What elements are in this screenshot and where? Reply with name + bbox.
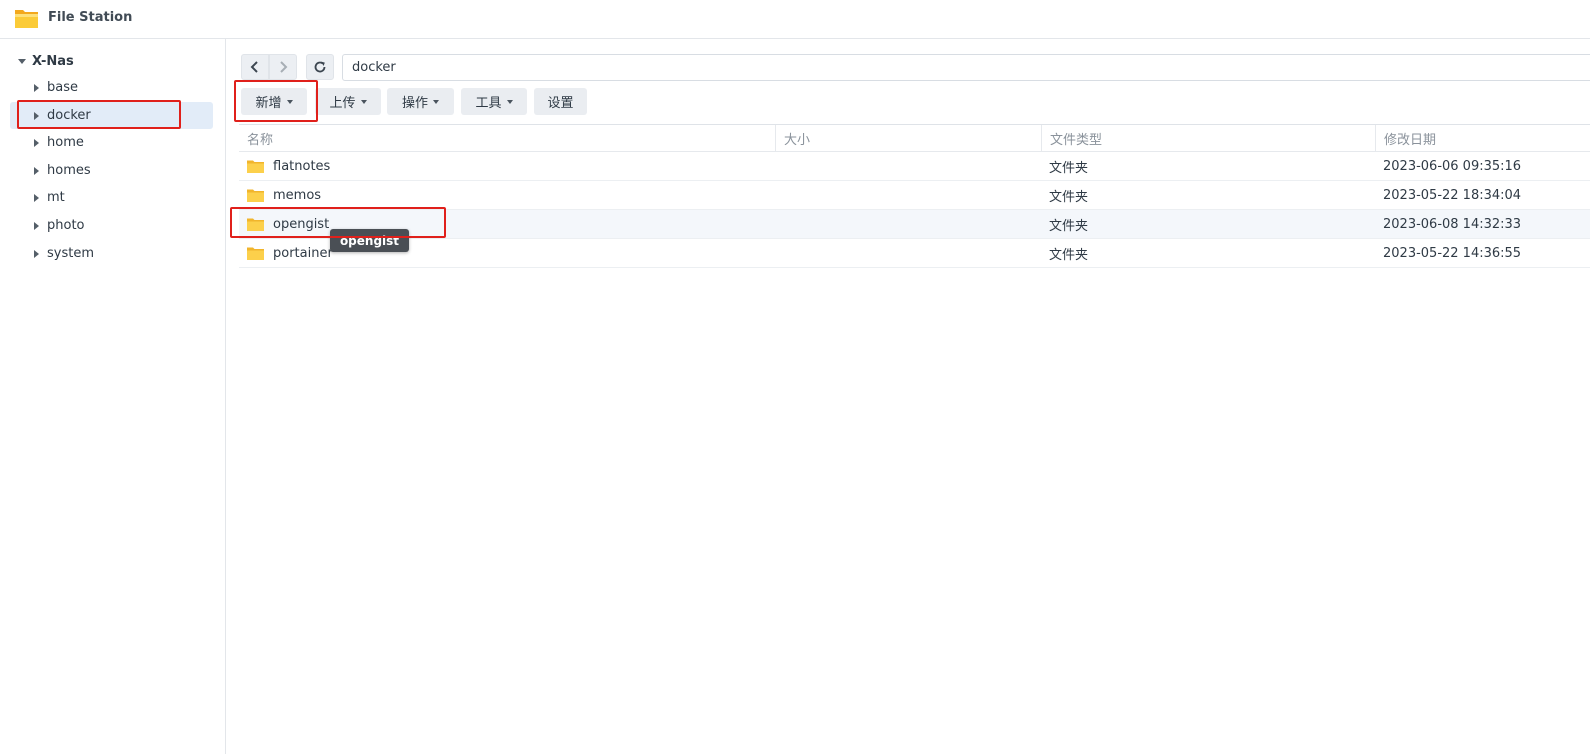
folder-icon: [247, 247, 264, 260]
column-modified-label: 修改日期: [1384, 133, 1437, 148]
back-button[interactable]: [241, 54, 269, 80]
column-header-name[interactable]: 名称: [239, 125, 775, 152]
tree-item-label: system: [47, 246, 94, 261]
column-type-label: 文件类型: [1050, 133, 1103, 148]
folder-icon: [247, 160, 264, 173]
file-name: memos: [273, 187, 322, 203]
caret-right-icon[interactable]: [34, 249, 39, 258]
tree-item-home[interactable]: home: [10, 129, 213, 156]
dropdown-arrow-icon: [506, 99, 513, 104]
folder-tree: X-Nas base docker home homes mt photo sy…: [0, 39, 226, 754]
settings-label: 设置: [547, 96, 574, 111]
dropdown-arrow-icon: [433, 99, 439, 104]
dropdown-arrow-icon: [360, 99, 367, 104]
upload-button[interactable]: 上传: [315, 88, 381, 115]
file-modified: 2023-05-22 14:36:55: [1383, 245, 1522, 261]
tree-item-docker[interactable]: docker: [10, 102, 213, 129]
create-button[interactable]: 新增: [241, 88, 307, 115]
column-header-type[interactable]: 文件类型: [1041, 125, 1375, 152]
title-bar: File Station: [0, 0, 1590, 39]
tree-item-base[interactable]: base: [10, 74, 213, 101]
column-header-modified[interactable]: 修改日期: [1375, 125, 1590, 152]
file-name: portainer: [273, 245, 333, 261]
caret-right-icon[interactable]: [34, 111, 39, 120]
main-panel: docker 新增 上传 操作 工具 设置 名称 大小 文件类型 修改日期 fl…: [226, 39, 1590, 754]
tree-item-label: homes: [47, 163, 91, 178]
caret-down-icon[interactable]: [18, 58, 26, 64]
refresh-button[interactable]: [306, 54, 334, 80]
caret-right-icon[interactable]: [34, 166, 39, 175]
tree-item-label: home: [47, 135, 84, 150]
tree-item-label: mt: [47, 190, 65, 205]
column-size-label: 大小: [784, 133, 811, 148]
tree-item-photo[interactable]: photo: [10, 212, 213, 239]
column-name-label: 名称: [247, 133, 274, 148]
tree-root-x-nas[interactable]: X-Nas: [16, 52, 74, 70]
caret-right-icon[interactable]: [34, 83, 39, 92]
tree-root-label: X-Nas: [32, 53, 74, 69]
table-row[interactable]: flatnotes 文件夹 2023-06-06 09:35:16: [239, 152, 1590, 181]
caret-right-icon[interactable]: [34, 138, 39, 147]
tools-label: 工具: [475, 96, 502, 111]
file-modified: 2023-05-22 18:34:04: [1383, 187, 1522, 203]
tree-item-label: base: [47, 80, 78, 95]
table-row[interactable]: memos 文件夹 2023-05-22 18:34:04: [239, 181, 1590, 210]
refresh-icon: [314, 61, 326, 73]
path-text: docker: [352, 60, 396, 75]
file-modified: 2023-06-06 09:35:16: [1383, 158, 1522, 174]
file-type: 文件夹: [1049, 189, 1089, 205]
folder-icon: [15, 10, 38, 28]
tree-item-label: docker: [47, 108, 91, 123]
settings-button[interactable]: 设置: [534, 88, 587, 115]
caret-right-icon[interactable]: [34, 221, 39, 230]
tree-item-mt[interactable]: mt: [10, 184, 213, 211]
caret-right-icon[interactable]: [34, 193, 39, 202]
file-type: 文件夹: [1049, 218, 1089, 234]
chevron-right-icon: [280, 61, 288, 73]
table-row[interactable]: opengist 文件夹 2023-06-08 14:32:33: [239, 210, 1590, 239]
table-row[interactable]: portainer 文件夹 2023-05-22 14:36:55: [239, 239, 1590, 268]
column-header-size[interactable]: 大小: [775, 125, 1041, 152]
create-label: 新增: [255, 96, 282, 111]
app-title: File Station: [48, 10, 133, 25]
upload-label: 上传: [329, 96, 356, 111]
tree-item-label: photo: [47, 218, 85, 233]
action-button[interactable]: 操作: [387, 88, 454, 115]
folder-icon: [247, 189, 264, 202]
file-modified: 2023-06-08 14:32:33: [1383, 216, 1522, 232]
file-name: flatnotes: [273, 158, 331, 174]
file-type: 文件夹: [1049, 160, 1089, 176]
tree-item-homes[interactable]: homes: [10, 157, 213, 184]
file-name: opengist: [273, 216, 330, 232]
tools-button[interactable]: 工具: [461, 88, 527, 115]
tree-item-system[interactable]: system: [10, 240, 213, 267]
dropdown-arrow-icon: [286, 99, 293, 104]
chevron-left-icon: [250, 61, 258, 73]
forward-button[interactable]: [269, 54, 297, 80]
path-bar[interactable]: docker: [342, 54, 1590, 81]
file-type: 文件夹: [1049, 247, 1089, 263]
action-label: 操作: [401, 96, 428, 111]
file-list-header: 名称 大小 文件类型 修改日期: [239, 124, 1590, 152]
folder-icon: [247, 218, 264, 231]
name-tooltip: opengist: [330, 229, 409, 252]
